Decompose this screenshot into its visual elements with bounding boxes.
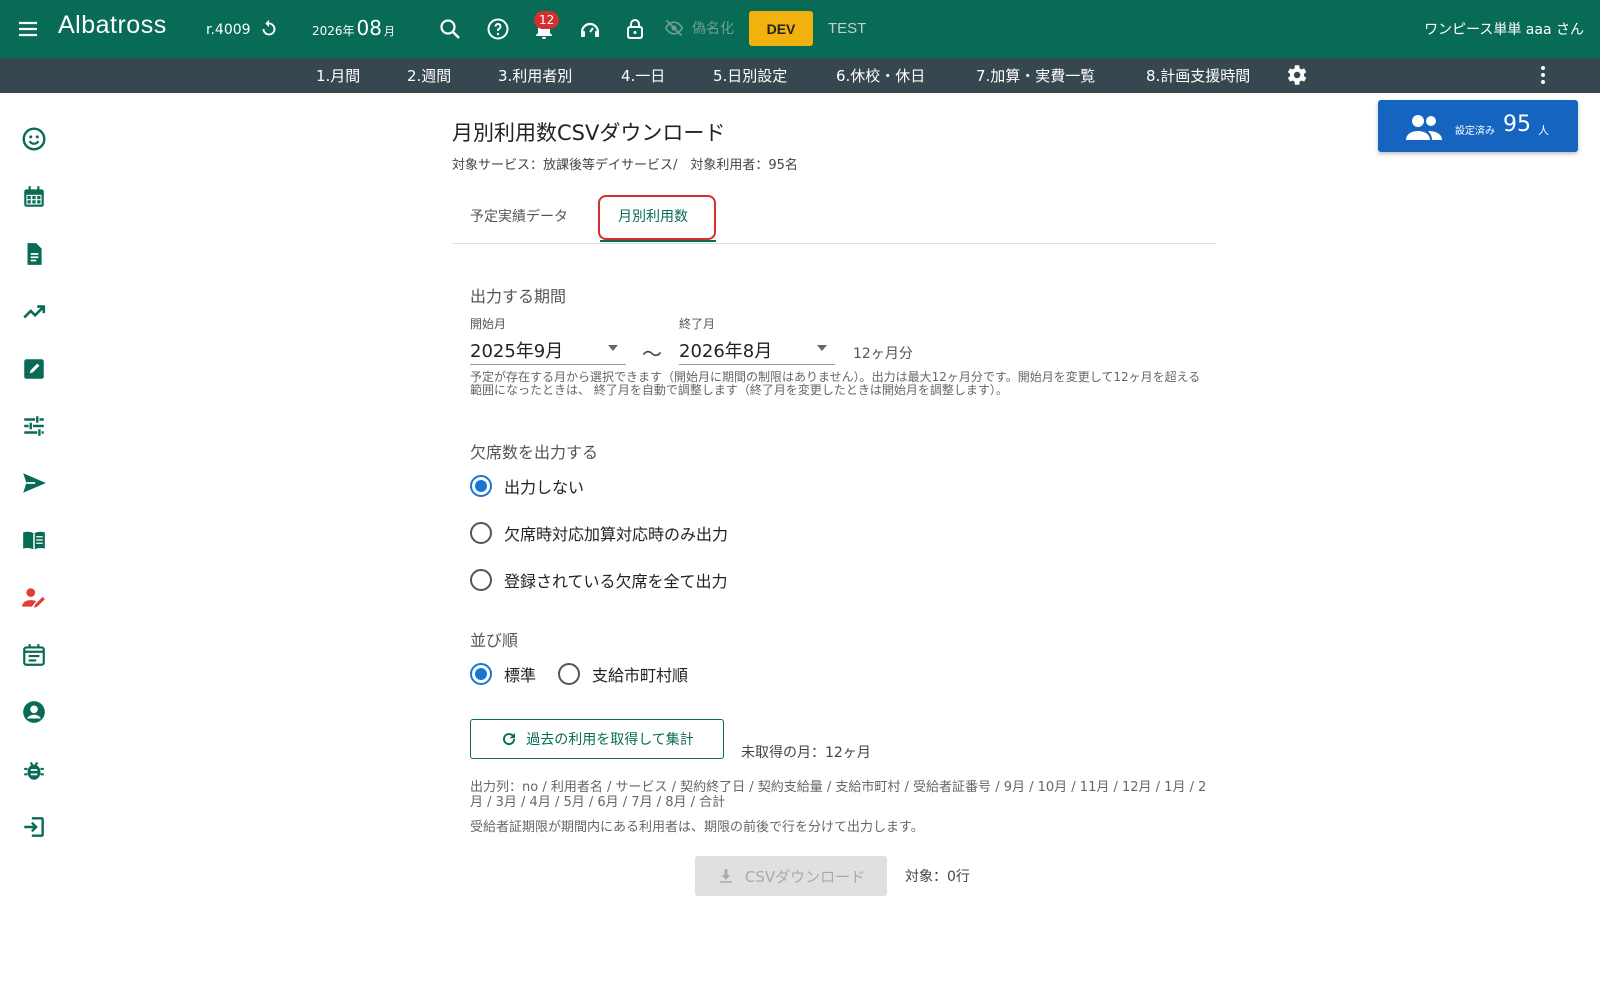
pseudonym-toggle[interactable]: 偽名化 xyxy=(664,18,734,38)
nav-item-by-user[interactable]: 3.利用者別 xyxy=(498,65,572,86)
month-selector[interactable]: 2026年 08 月 xyxy=(312,16,395,40)
tune-icon[interactable] xyxy=(21,413,47,439)
sort-option-municipality[interactable]: 支給市町村順 xyxy=(558,662,688,686)
fetch-past-usage-button[interactable]: 過去の利用を取得して集計 xyxy=(470,719,724,759)
nav-item-monthly[interactable]: 1.月間 xyxy=(316,65,360,86)
trending-up-icon[interactable] xyxy=(21,299,47,325)
nav-item-additions[interactable]: 7.加算・実費一覧 xyxy=(976,65,1095,86)
calendar-icon[interactable] xyxy=(21,184,47,210)
radio-unchecked-icon xyxy=(470,522,492,544)
sort-option-standard[interactable]: 標準 xyxy=(470,662,536,686)
nav-item-day-settings[interactable]: 5.日別設定 xyxy=(713,65,787,86)
app-logo: Albatross xyxy=(58,11,167,39)
absence-option-addition-only-label: 欠席時対応加算対応時のみ出力 xyxy=(504,525,729,544)
tab-bar: 予定実績データ 月別利用数 xyxy=(452,195,1216,244)
nav-item-daily[interactable]: 4.一日 xyxy=(621,65,665,86)
test-button[interactable]: TEST xyxy=(828,20,866,37)
search-icon[interactable] xyxy=(438,17,462,41)
period-section-label: 出力する期間 xyxy=(470,287,567,306)
period-help-text: 予定が存在する月から選択できます（開始月に期間の制限はありません）。出力は最大1… xyxy=(470,370,1201,397)
sort-option-standard-label: 標準 xyxy=(504,666,537,685)
eye-off-icon xyxy=(664,19,684,37)
target-row-count: 対象：0行 xyxy=(905,869,970,885)
absence-section-label: 欠席数を出力する xyxy=(470,443,599,462)
absence-option-all-label: 登録されている欠席を全て出力 xyxy=(504,572,728,591)
period-tilde: 〜 xyxy=(642,342,662,366)
pending-months: 未取得の月：12ヶ月 xyxy=(741,745,871,761)
start-month-select[interactable]: 2025年9月 xyxy=(470,335,626,365)
sort-section-label: 並び順 xyxy=(470,631,519,650)
help-icon[interactable] xyxy=(486,17,510,41)
start-month-arrow-icon xyxy=(608,345,618,351)
radio-checked-icon xyxy=(470,663,492,685)
menu-icon[interactable] xyxy=(16,17,40,41)
book-icon[interactable] xyxy=(21,527,47,553)
end-month-value: 2026年8月 xyxy=(679,341,773,362)
app-version: r.4009 xyxy=(206,22,251,38)
tab-schedule-data[interactable]: 予定実績データ xyxy=(470,206,568,226)
end-month-label: 終了月 xyxy=(679,317,716,331)
document-icon[interactable] xyxy=(21,241,47,267)
reload-icon[interactable] xyxy=(258,18,280,40)
send-icon[interactable] xyxy=(21,470,47,496)
dev-button[interactable]: DEV xyxy=(749,11,813,46)
page-title: 月別利用数CSVダウンロード xyxy=(452,121,726,145)
login-icon[interactable] xyxy=(21,814,47,840)
pseudonym-label: 偽名化 xyxy=(692,21,734,37)
nav-item-plan-support[interactable]: 8.計画支援時間 xyxy=(1146,65,1250,86)
split-rows-note: 受給者証期限が期間内にある利用者は、期限の前後で行を分けて出力します。 xyxy=(470,820,924,835)
radio-unchecked-icon xyxy=(470,569,492,591)
more-vert-icon[interactable] xyxy=(1531,63,1555,87)
csv-download-label: CSVダウンロード xyxy=(744,867,866,886)
absence-option-all[interactable]: 登録されている欠席を全て出力 xyxy=(470,568,728,592)
end-month-select[interactable]: 2026年8月 xyxy=(679,335,835,365)
event-note-icon[interactable] xyxy=(21,642,47,668)
month-value: 08 xyxy=(356,16,382,40)
person-edit-icon[interactable] xyxy=(21,585,47,611)
bug-icon[interactable] xyxy=(21,757,47,783)
sidebar xyxy=(0,93,68,1000)
headset-icon[interactable] xyxy=(578,17,602,41)
users-summary-count: 95 xyxy=(1503,112,1531,137)
start-month-value: 2025年9月 xyxy=(470,341,564,362)
tab-indicator xyxy=(600,240,716,242)
smiley-icon[interactable] xyxy=(21,126,47,152)
month-year: 2026年 xyxy=(312,24,355,38)
fetch-past-usage-label: 過去の利用を取得して集計 xyxy=(526,732,694,748)
start-month-label: 開始月 xyxy=(470,317,507,331)
nav-item-holidays[interactable]: 6.休校・休日 xyxy=(836,65,925,86)
nav-bar: 1.月間 2.週間 3.利用者別 4.一日 5.日別設定 6.休校・休日 7.加… xyxy=(0,58,1600,93)
period-range-count: 12ヶ月分 xyxy=(853,346,913,362)
people-icon xyxy=(1406,115,1442,140)
download-icon xyxy=(719,869,732,883)
nav-item-weekly[interactable]: 2.週間 xyxy=(407,65,451,86)
notification-badge: 12 xyxy=(534,11,560,29)
absence-option-none-label: 出力しない xyxy=(504,478,585,497)
radio-checked-icon xyxy=(470,475,492,497)
users-summary-label: 設定済み xyxy=(1455,126,1495,137)
lock-icon[interactable] xyxy=(623,17,647,41)
refresh-icon xyxy=(503,733,516,746)
page-subtitle: 対象サービス：放課後等デイサービス/ 対象利用者：95名 xyxy=(452,158,798,173)
account-circle-icon[interactable] xyxy=(21,699,47,725)
radio-unchecked-icon xyxy=(558,663,580,685)
end-month-arrow-icon xyxy=(817,345,827,351)
users-summary-button[interactable]: 設定済み 95 人 xyxy=(1378,100,1578,152)
user-name[interactable]: ワンピース単単 aaa さん xyxy=(1424,19,1584,39)
app-bar: Albatross r.4009 2026年 08 月 12 偽名化 DEV T… xyxy=(0,0,1600,58)
gear-icon[interactable] xyxy=(1283,62,1309,88)
csv-download-button[interactable]: CSVダウンロード xyxy=(695,856,887,896)
output-columns-note: 出力列：no / 利用者名 / サービス / 契約終了日 / 契約支給量 / 支… xyxy=(470,780,1207,810)
edit-note-icon[interactable] xyxy=(21,356,47,382)
sort-option-municipality-label: 支給市町村順 xyxy=(592,666,689,685)
absence-option-none[interactable]: 出力しない xyxy=(470,474,584,498)
absence-option-addition-only[interactable]: 欠席時対応加算対応時のみ出力 xyxy=(470,521,728,545)
month-unit: 月 xyxy=(384,25,395,38)
users-summary-unit: 人 xyxy=(1538,124,1549,137)
tab-monthly-usage[interactable]: 月別利用数 xyxy=(618,206,688,226)
